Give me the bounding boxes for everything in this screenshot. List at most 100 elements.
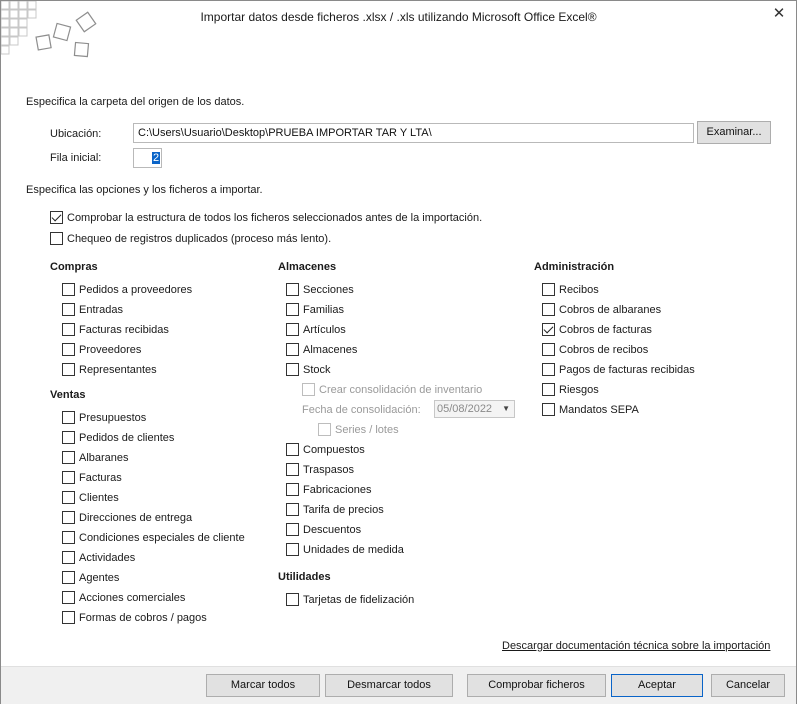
checkbox-item[interactable]: Facturas recibidas — [62, 323, 169, 336]
checkbox-item[interactable]: Artículos — [286, 323, 346, 336]
chevron-down-icon: ▼ — [502, 404, 510, 413]
checkbox-box — [62, 303, 75, 316]
checkbox-item[interactable]: Cobros de albaranes — [542, 303, 661, 316]
checkbox-label: Formas de cobros / pagos — [79, 611, 207, 624]
options-heading: Especifica las opciones y los ficheros a… — [26, 184, 263, 196]
start-row-input[interactable]: 2 — [133, 148, 162, 168]
checkbox-label: Pedidos a proveedores — [79, 283, 193, 296]
checkbox-item[interactable]: Pedidos a proveedores — [62, 283, 192, 296]
select-all-button[interactable]: Marcar todos — [206, 674, 320, 697]
checkbox-box — [62, 451, 75, 464]
checkbox-label: Tarjetas de fidelización — [303, 593, 415, 606]
accept-button[interactable]: Aceptar — [611, 674, 703, 697]
checkbox-item[interactable]: Direcciones de entrega — [62, 511, 192, 524]
checkbox-item[interactable]: Cobros de facturas — [542, 323, 652, 336]
checkbox-box — [62, 343, 75, 356]
checkbox-item[interactable]: Tarjetas de fidelización — [286, 593, 414, 606]
cancel-button[interactable]: Cancelar — [711, 674, 785, 697]
checkbox-item[interactable]: Mandatos SEPA — [542, 403, 639, 416]
check-structure-checkbox[interactable]: Comprobar la estructura de todos los fic… — [50, 211, 482, 224]
checkbox-item[interactable]: Fabricaciones — [286, 483, 371, 496]
checkbox-label: Representantes — [79, 363, 157, 376]
checkbox-item[interactable]: Stock — [286, 363, 331, 376]
checkbox-label: Entradas — [79, 303, 124, 316]
checkbox-box — [62, 411, 75, 424]
checkbox-item[interactable]: Riesgos — [542, 383, 599, 396]
download-docs-link[interactable]: Descargar documentación técnica sobre la… — [502, 640, 770, 652]
checkbox-box — [62, 511, 75, 524]
compras-heading: Compras — [50, 261, 98, 273]
ventas-heading: Ventas — [50, 389, 86, 401]
consolidation-date-value: 05/08/2022 — [437, 403, 493, 415]
checkbox-item[interactable]: Entradas — [62, 303, 123, 316]
series-lotes-label: Series / lotes — [335, 423, 399, 436]
deselect-all-button[interactable]: Desmarcar todos — [325, 674, 453, 697]
checkbox-label: Cobros de facturas — [559, 323, 652, 336]
checkbox-item[interactable]: Traspasos — [286, 463, 354, 476]
checkbox-box — [286, 483, 299, 496]
location-input[interactable]: C:\Users\Usuario\Desktop\PRUEBA IMPORTAR… — [133, 123, 694, 143]
dialog-title: Importar datos desde ficheros .xlsx / .x… — [200, 10, 597, 24]
checkbox-item[interactable]: Facturas — [62, 471, 122, 484]
source-heading: Especifica la carpeta del origen de los … — [26, 96, 245, 108]
checkbox-box — [286, 523, 299, 536]
stock-consolidation-checkbox[interactable]: Crear consolidación de inventario — [302, 383, 482, 396]
checkbox-box — [286, 443, 299, 456]
checkbox-box — [542, 383, 555, 396]
checkbox-item[interactable]: Secciones — [286, 283, 354, 296]
checkbox-box — [542, 403, 555, 416]
checkbox-box — [62, 323, 75, 336]
checkbox-label: Actividades — [79, 551, 136, 564]
checkbox-box — [62, 591, 75, 604]
checkbox-label: Descuentos — [303, 523, 362, 536]
checkbox-box — [286, 283, 299, 296]
checkbox-box — [542, 303, 555, 316]
checkbox-box — [50, 232, 63, 245]
check-files-button[interactable]: Comprobar ficheros — [467, 674, 606, 697]
check-structure-label: Comprobar la estructura de todos los fic… — [67, 211, 483, 224]
checkbox-item[interactable]: Pedidos de clientes — [62, 431, 174, 444]
checkbox-box — [286, 343, 299, 356]
close-icon[interactable]: ✕ — [770, 5, 788, 23]
checkbox-label: Almacenes — [303, 343, 358, 356]
checkbox-box — [318, 423, 331, 436]
checkbox-item[interactable]: Descuentos — [286, 523, 361, 536]
checkbox-label: Condiciones especiales de cliente — [79, 531, 245, 544]
checkbox-item[interactable]: Condiciones especiales de cliente — [62, 531, 245, 544]
checkbox-label: Facturas recibidas — [79, 323, 169, 336]
check-duplicates-checkbox[interactable]: Chequeo de registros duplicados (proceso… — [50, 232, 331, 245]
consolidation-date-picker[interactable]: 05/08/2022 ▼ — [434, 400, 515, 418]
start-row-label: Fila inicial: — [50, 152, 102, 164]
checkbox-label: Acciones comerciales — [79, 591, 186, 604]
checkbox-item[interactable]: Acciones comerciales — [62, 591, 185, 604]
checkbox-box — [542, 363, 555, 376]
checkbox-item[interactable]: Recibos — [542, 283, 599, 296]
checkbox-item[interactable]: Cobros de recibos — [542, 343, 648, 356]
checkbox-box — [286, 593, 299, 606]
series-lotes-checkbox[interactable]: Series / lotes — [318, 423, 399, 436]
checkbox-item[interactable]: Unidades de medida — [286, 543, 404, 556]
checkbox-item[interactable]: Tarifa de precios — [286, 503, 384, 516]
checkbox-item[interactable]: Actividades — [62, 551, 135, 564]
checkbox-box — [286, 543, 299, 556]
checkbox-box — [286, 323, 299, 336]
checkbox-item[interactable]: Agentes — [62, 571, 119, 584]
browse-button[interactable]: Examinar... — [697, 121, 771, 144]
checkbox-item[interactable]: Familias — [286, 303, 344, 316]
checkbox-item[interactable]: Pagos de facturas recibidas — [542, 363, 695, 376]
checkbox-item[interactable]: Presupuestos — [62, 411, 146, 424]
checkbox-item[interactable]: Compuestos — [286, 443, 365, 456]
checkbox-item[interactable]: Albaranes — [62, 451, 129, 464]
checkbox-item[interactable]: Representantes — [62, 363, 157, 376]
checkbox-box — [62, 531, 75, 544]
checkbox-item[interactable]: Proveedores — [62, 343, 141, 356]
checkbox-label: Stock — [303, 363, 331, 376]
checkbox-item[interactable]: Almacenes — [286, 343, 357, 356]
checkbox-item[interactable]: Formas de cobros / pagos — [62, 611, 207, 624]
checkbox-box — [286, 503, 299, 516]
checkbox-label: Agentes — [79, 571, 120, 584]
location-label: Ubicación: — [50, 128, 102, 140]
checkbox-item[interactable]: Clientes — [62, 491, 119, 504]
checkbox-label: Artículos — [303, 323, 346, 336]
checkbox-label: Traspasos — [303, 463, 354, 476]
